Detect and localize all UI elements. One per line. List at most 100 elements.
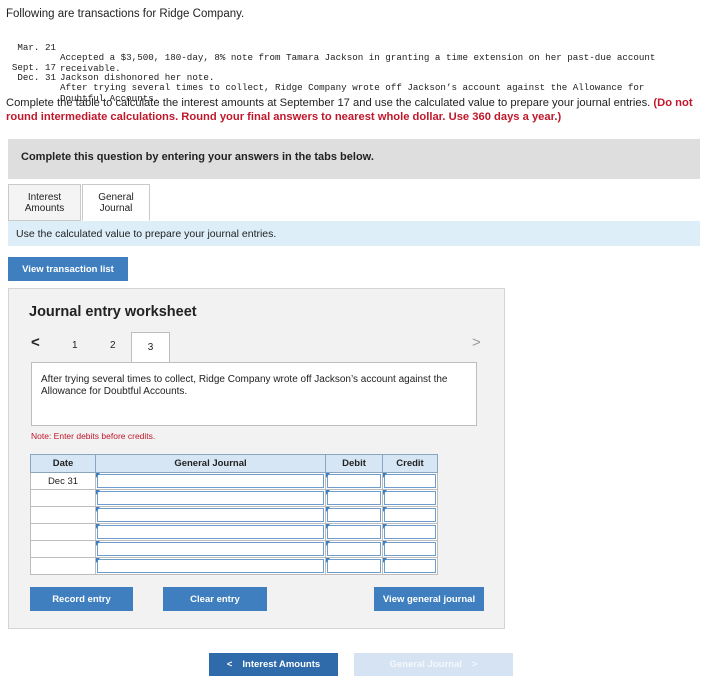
journal-account-input[interactable] — [97, 474, 324, 488]
journal-debit-cell — [325, 506, 383, 524]
next-entry-arrow-icon[interactable]: > — [472, 334, 481, 351]
journal-debit-input[interactable] — [327, 542, 381, 556]
journal-date-cell[interactable] — [30, 557, 96, 575]
column-header-credit: Credit — [382, 454, 438, 473]
dropdown-marker-icon — [326, 473, 330, 478]
dropdown-marker-icon — [383, 524, 387, 529]
tab-label-line1: Interest — [27, 191, 62, 203]
journal-date-cell[interactable] — [30, 523, 96, 541]
view-transaction-list-button[interactable]: View transaction list — [8, 257, 128, 281]
journal-credit-input[interactable] — [384, 474, 436, 488]
instructions: Complete the table to calculate the inte… — [6, 96, 711, 124]
journal-account-cell — [95, 540, 326, 558]
journal-row: Dec 31 — [30, 472, 438, 490]
transaction-date: Mar. 21 — [17, 42, 56, 54]
entry-step-1[interactable]: 1 — [72, 340, 78, 351]
question-header: Complete this question by entering your … — [21, 151, 374, 163]
journal-debit-cell — [325, 523, 383, 541]
journal-account-input[interactable] — [97, 559, 324, 573]
chevron-left-icon: < — [226, 659, 233, 670]
prev-tab-label: Interest Amounts — [242, 659, 321, 670]
journal-row — [30, 540, 438, 558]
clear-entry-button[interactable]: Clear entry — [163, 587, 267, 611]
dropdown-marker-icon — [326, 558, 330, 563]
entry-step-2[interactable]: 2 — [110, 340, 116, 351]
column-header-general-journal: General Journal — [95, 454, 326, 473]
dropdown-marker-icon — [383, 541, 387, 546]
journal-debit-input[interactable] — [327, 508, 381, 522]
dropdown-marker-icon — [326, 507, 330, 512]
journal-credit-input[interactable] — [384, 542, 436, 556]
journal-credit-cell — [382, 557, 438, 575]
dropdown-marker-icon — [96, 507, 100, 512]
journal-account-input[interactable] — [97, 491, 324, 505]
journal-row — [30, 489, 438, 507]
dropdown-marker-icon — [383, 507, 387, 512]
journal-debit-cell — [325, 472, 383, 490]
journal-debit-input[interactable] — [327, 491, 381, 505]
journal-debit-cell — [325, 557, 383, 575]
journal-credit-cell — [382, 506, 438, 524]
journal-debit-input[interactable] — [327, 559, 381, 573]
journal-credit-cell — [382, 523, 438, 541]
journal-date-cell[interactable] — [30, 489, 96, 507]
tab-instruction-bar: Use the calculated value to prepare your… — [8, 221, 700, 246]
next-tab-label: General Journal — [389, 659, 462, 670]
journal-account-input[interactable] — [97, 525, 324, 539]
journal-account-cell — [95, 506, 326, 524]
journal-credit-input[interactable] — [384, 559, 436, 573]
journal-debit-cell — [325, 540, 383, 558]
record-entry-button[interactable]: Record entry — [30, 587, 133, 611]
journal-account-cell — [95, 489, 326, 507]
journal-account-input[interactable] — [97, 508, 324, 522]
debit-credit-note: Note: Enter debits before credits. — [31, 431, 156, 441]
dropdown-marker-icon — [383, 473, 387, 478]
column-header-date: Date — [30, 454, 96, 473]
dropdown-marker-icon — [96, 541, 100, 546]
dropdown-marker-icon — [96, 473, 100, 478]
journal-credit-cell — [382, 540, 438, 558]
journal-credit-input[interactable] — [384, 491, 436, 505]
tab-interest-amounts[interactable]: Interest Amounts — [8, 184, 81, 221]
prev-tab-button[interactable]: < Interest Amounts — [209, 653, 338, 676]
tab-general-journal[interactable]: General Journal — [82, 184, 150, 221]
journal-debit-input[interactable] — [327, 525, 381, 539]
next-tab-button[interactable]: General Journal > — [354, 653, 513, 676]
journal-date-cell[interactable]: Dec 31 — [30, 472, 96, 490]
journal-debit-input[interactable] — [327, 474, 381, 488]
journal-row — [30, 506, 438, 524]
journal-entry-table: Date General Journal Debit Credit Dec 31 — [30, 454, 438, 575]
dropdown-marker-icon — [383, 558, 387, 563]
journal-credit-input[interactable] — [384, 525, 436, 539]
dropdown-marker-icon — [326, 524, 330, 529]
journal-account-input[interactable] — [97, 542, 324, 556]
tab-label-line2: Amounts — [24, 202, 65, 214]
entry-description: After trying several times to collect, R… — [31, 362, 477, 426]
journal-account-cell — [95, 523, 326, 541]
journal-account-cell — [95, 472, 326, 490]
dropdown-marker-icon — [96, 558, 100, 563]
transaction-date: Dec. 31 — [17, 72, 56, 84]
question-header-bar: Complete this question by entering your … — [8, 139, 700, 179]
journal-credit-input[interactable] — [384, 508, 436, 522]
entry-step-3[interactable]: 3 — [131, 332, 170, 362]
worksheet-title: Journal entry worksheet — [29, 304, 197, 320]
dropdown-marker-icon — [96, 490, 100, 495]
journal-debit-cell — [325, 489, 383, 507]
instructions-text: Complete the table to calculate the inte… — [6, 97, 651, 109]
view-general-journal-button[interactable]: View general journal — [374, 587, 484, 611]
journal-row — [30, 557, 438, 575]
chevron-right-icon: > — [471, 659, 478, 670]
tab-label-line2: Journal — [99, 202, 133, 214]
dropdown-marker-icon — [326, 490, 330, 495]
entry-step-3-label: 3 — [147, 342, 154, 353]
journal-date-cell[interactable] — [30, 506, 96, 524]
journal-row — [30, 523, 438, 541]
transactions-list: Mar. 21 Accepted a $3,500, 180-day, 8% n… — [0, 0, 715, 103]
prev-entry-arrow-icon[interactable]: < — [31, 334, 40, 351]
journal-date-cell[interactable] — [30, 540, 96, 558]
journal-account-cell — [95, 557, 326, 575]
tab-instruction: Use the calculated value to prepare your… — [16, 228, 277, 240]
journal-credit-cell — [382, 489, 438, 507]
dropdown-marker-icon — [96, 524, 100, 529]
